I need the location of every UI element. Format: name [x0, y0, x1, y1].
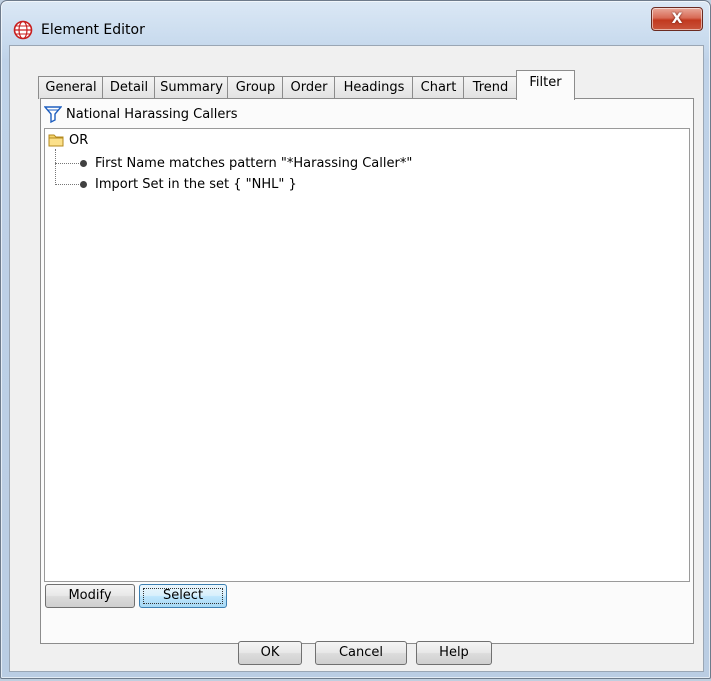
title-bar[interactable]: Element Editor X: [1, 1, 710, 45]
tab-detail[interactable]: Detail: [102, 76, 156, 99]
tree-connector-vertical: [55, 149, 56, 185]
tree-connector: [55, 184, 81, 185]
tab-summary[interactable]: Summary: [154, 76, 229, 99]
condition-bullet-icon: [80, 160, 87, 167]
tab-order[interactable]: Order: [282, 76, 336, 99]
folder-icon: [48, 134, 64, 147]
select-button[interactable]: Select: [139, 584, 227, 608]
globe-app-icon: [13, 20, 33, 40]
tree-condition-first-name[interactable]: First Name matches pattern "*Harassing C…: [95, 156, 412, 171]
modify-button[interactable]: Modify: [45, 584, 135, 608]
tab-chart[interactable]: Chart: [412, 76, 465, 99]
tree-condition-import-set[interactable]: Import Set in the set { "NHL" }: [95, 177, 297, 192]
dialog-body: General Detail Summary Group Order Headi…: [9, 45, 704, 672]
tab-general[interactable]: General: [38, 76, 104, 99]
focus-indicator: [143, 588, 223, 604]
funnel-icon: [44, 106, 62, 123]
filter-tree[interactable]: OR First Name matches pattern "*Harassin…: [44, 128, 690, 582]
filter-name: National Harassing Callers: [66, 106, 238, 122]
close-button[interactable]: X: [651, 7, 703, 31]
tab-filter[interactable]: Filter: [516, 70, 575, 100]
filter-header: National Harassing Callers: [44, 103, 690, 125]
condition-bullet-icon: [80, 181, 87, 188]
tab-group[interactable]: Group: [227, 76, 284, 99]
cancel-button[interactable]: Cancel: [315, 641, 407, 665]
tab-headings[interactable]: Headings: [334, 76, 414, 99]
close-icon: X: [671, 11, 683, 27]
tree-root-or[interactable]: OR: [69, 133, 88, 148]
element-editor-window: Element Editor X General Detail Summary …: [0, 0, 711, 679]
ok-button[interactable]: OK: [238, 641, 302, 665]
help-button[interactable]: Help: [416, 641, 492, 665]
tab-trend[interactable]: Trend: [463, 76, 518, 99]
window-title: Element Editor: [41, 22, 145, 38]
filter-panel: National Harassing Callers OR First Name…: [40, 98, 694, 644]
tree-connector: [55, 163, 81, 164]
